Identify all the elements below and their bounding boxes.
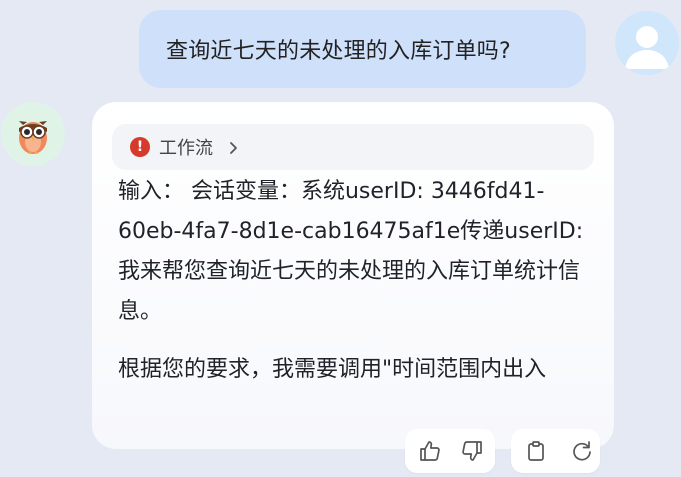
clipboard-icon xyxy=(528,441,544,461)
copy-button[interactable] xyxy=(523,438,549,464)
message-actions xyxy=(511,429,600,473)
workflow-label: 工作流 xyxy=(159,138,213,159)
user-message-text: 查询近七天的未处理的入库订单吗? xyxy=(166,39,511,64)
refresh-icon xyxy=(573,441,591,461)
feedback-actions xyxy=(405,429,495,473)
thumb-up-button[interactable] xyxy=(417,438,443,464)
error-icon: ! xyxy=(130,137,150,157)
chevron-right-icon xyxy=(227,140,241,154)
workflow-toggle[interactable]: ! 工作流 xyxy=(112,124,594,170)
thumb-up-icon xyxy=(420,441,440,461)
user-avatar-icon xyxy=(625,26,669,69)
thumb-down-icon xyxy=(462,441,482,461)
regenerate-button[interactable] xyxy=(569,438,595,464)
user-message-bubble: 查询近七天的未处理的入库订单吗? xyxy=(139,10,586,88)
thumb-down-button[interactable] xyxy=(459,438,485,464)
bot-avatar xyxy=(1,102,65,166)
user-avatar xyxy=(615,11,679,75)
bot-message-paragraph: 输入： 会话变量：系统userID: 3446fd41-60eb-4fa7-8d… xyxy=(118,179,584,324)
owl-icon xyxy=(19,121,47,154)
bot-message-paragraph: 根据您的要求，我需要调用"时间范围内出入 xyxy=(118,357,547,382)
